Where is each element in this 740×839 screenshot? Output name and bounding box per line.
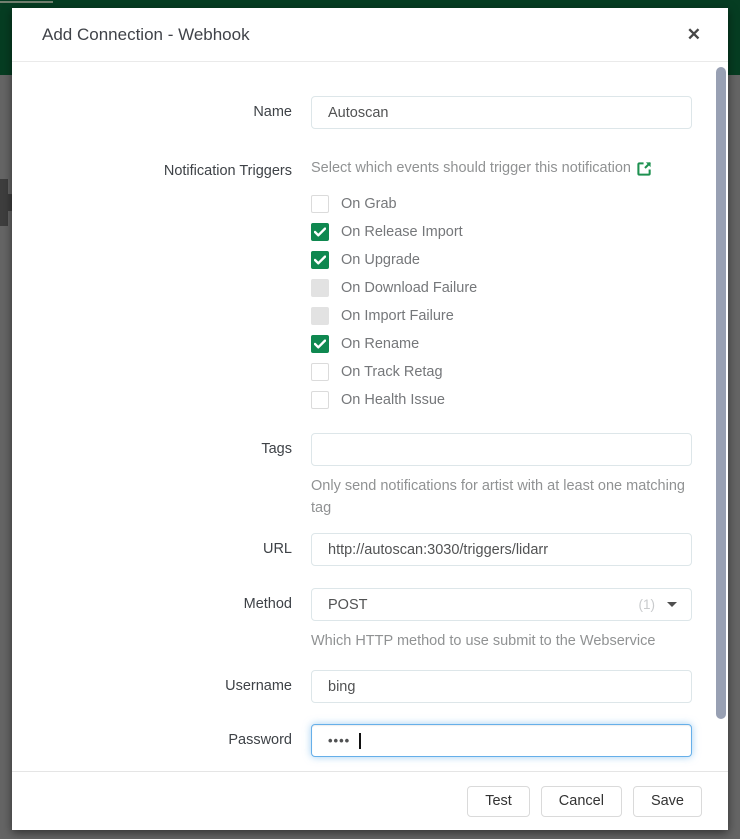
trigger-row: On Import Failure — [311, 302, 692, 330]
checkbox-icon[interactable] — [311, 363, 329, 381]
name-row: Name — [12, 96, 728, 129]
tags-row: Tags Only send notifications for artist … — [12, 433, 728, 519]
trigger-label[interactable]: On Upgrade — [341, 252, 420, 268]
trigger-row: On Download Failure — [311, 274, 692, 302]
checkbox-icon[interactable] — [311, 223, 329, 241]
method-selected-value: POST — [328, 597, 367, 613]
username-label: Username — [12, 670, 292, 703]
checkbox-icon[interactable] — [311, 195, 329, 213]
method-select[interactable]: POST (1) — [311, 588, 692, 621]
password-row: Password — [12, 724, 728, 757]
trigger-row: On Upgrade — [311, 246, 692, 274]
checkbox-icon[interactable] — [311, 251, 329, 269]
external-link-icon[interactable] — [637, 161, 652, 176]
modal-body: Name Notification Triggers Select which … — [12, 62, 728, 771]
trigger-label[interactable]: On Download Failure — [341, 280, 477, 296]
test-button[interactable]: Test — [467, 786, 530, 817]
trigger-row: On Release Import — [311, 218, 692, 246]
chevron-down-icon — [667, 602, 677, 607]
modal-header: Add Connection - Webhook ✕ — [12, 8, 728, 62]
url-input[interactable] — [311, 533, 692, 566]
name-input[interactable] — [311, 96, 692, 129]
close-icon[interactable]: ✕ — [685, 24, 703, 45]
tags-label: Tags — [12, 433, 292, 519]
username-input[interactable] — [311, 670, 692, 703]
tags-input[interactable] — [311, 433, 692, 466]
password-input[interactable] — [311, 724, 692, 757]
username-row: Username — [12, 670, 728, 703]
checkbox-icon[interactable] — [311, 307, 329, 325]
triggers-row: Notification Triggers Select which event… — [12, 155, 728, 414]
password-label: Password — [12, 724, 292, 757]
save-button[interactable]: Save — [633, 786, 702, 817]
name-label: Name — [12, 96, 292, 129]
modal-title: Add Connection - Webhook — [42, 25, 250, 45]
checkbox-icon[interactable] — [311, 335, 329, 353]
trigger-row: On Health Issue — [311, 386, 692, 414]
method-row: Method POST (1) Which HTTP method to use… — [12, 588, 728, 652]
background-artifact — [0, 1, 53, 3]
method-label: Method — [12, 588, 292, 652]
checkbox-icon[interactable] — [311, 391, 329, 409]
trigger-row: On Grab — [311, 190, 692, 218]
modal-footer: Test Cancel Save — [12, 771, 728, 830]
trigger-label[interactable]: On Rename — [341, 336, 419, 352]
trigger-row: On Rename — [311, 330, 692, 358]
trigger-row: On Track Retag — [311, 358, 692, 386]
url-label: URL — [12, 533, 292, 566]
scrollbar-thumb[interactable] — [716, 67, 726, 719]
method-count-badge: (1) — [639, 597, 656, 612]
trigger-list: On Grab On Release Import On Upgrade On Dow… — [311, 190, 692, 414]
trigger-label[interactable]: On Grab — [341, 196, 397, 212]
triggers-helper-text: Select which events should trigger this … — [311, 160, 631, 176]
trigger-label[interactable]: On Release Import — [341, 224, 463, 240]
trigger-label[interactable]: On Health Issue — [341, 392, 445, 408]
url-row: URL — [12, 533, 728, 566]
method-helper-text: Which HTTP method to use submit to the W… — [311, 630, 692, 652]
trigger-label[interactable]: On Track Retag — [341, 364, 443, 380]
checkbox-icon[interactable] — [311, 279, 329, 297]
cancel-button[interactable]: Cancel — [541, 786, 622, 817]
add-connection-modal: Add Connection - Webhook ✕ Name Notifica… — [12, 8, 728, 830]
text-cursor — [359, 733, 361, 749]
tags-helper-text: Only send notifications for artist with … — [311, 475, 692, 519]
trigger-label[interactable]: On Import Failure — [341, 308, 454, 324]
triggers-label: Notification Triggers — [12, 155, 292, 414]
